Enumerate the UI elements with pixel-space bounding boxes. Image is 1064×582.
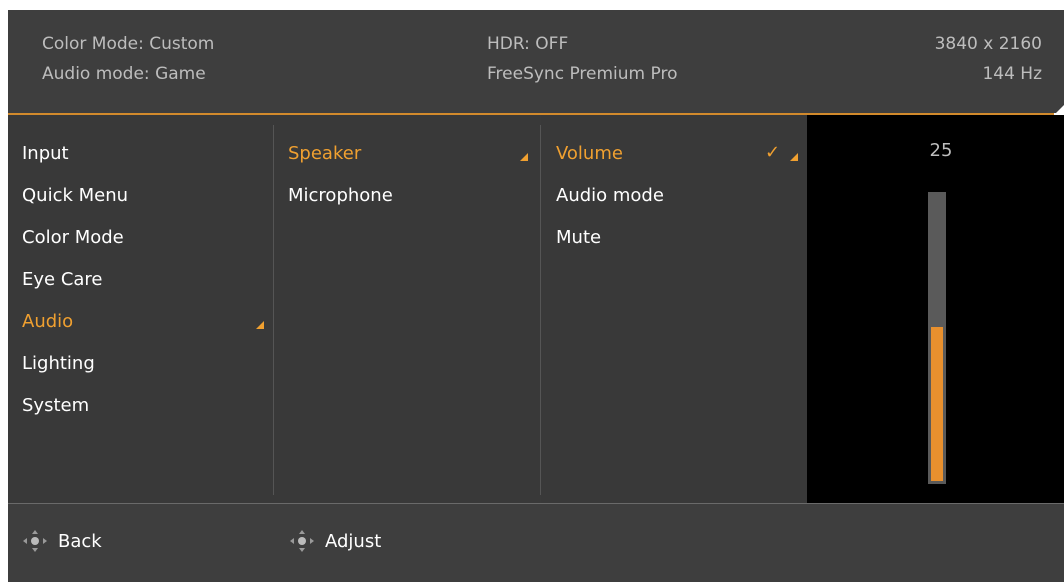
sub-menu-item-microphone[interactable]: Microphone (288, 185, 393, 206)
color-mode-status: Color Mode: Custom (42, 34, 215, 54)
footer-bar: Back Adjust (8, 503, 1064, 582)
sub-menu-column: Speaker Microphone (274, 115, 540, 503)
main-menu-item-quick-menu[interactable]: Quick Menu (22, 185, 128, 206)
back-label: Back (58, 530, 102, 552)
joystick-icon (289, 529, 315, 553)
triangle-corner-icon (790, 153, 798, 161)
option-menu-column: Volume ✓ Audio mode Mute (541, 115, 807, 503)
option-item-audio-mode[interactable]: Audio mode (556, 185, 664, 206)
refresh-rate-status: 144 Hz (982, 64, 1042, 84)
audio-mode-status: Audio mode: Game (42, 64, 206, 84)
main-menu-item-lighting[interactable]: Lighting (22, 353, 95, 374)
main-menu-item-audio[interactable]: Audio (22, 311, 73, 332)
option-item-mute[interactable]: Mute (556, 227, 601, 248)
sub-menu-item-speaker[interactable]: Speaker (288, 143, 361, 164)
triangle-corner-icon (256, 321, 264, 329)
volume-slider-fill (931, 327, 943, 481)
adjust-label: Adjust (325, 530, 382, 552)
adjust-button[interactable]: Adjust (289, 529, 381, 553)
main-menu-item-input[interactable]: Input (22, 143, 69, 164)
back-button[interactable]: Back (22, 529, 102, 553)
option-item-volume[interactable]: Volume (556, 143, 623, 164)
joystick-icon (22, 529, 48, 553)
volume-value: 25 (929, 140, 953, 161)
main-menu-item-system[interactable]: System (22, 395, 89, 416)
freesync-status: FreeSync Premium Pro (487, 64, 678, 84)
main-menu-column: Input Quick Menu Color Mode Eye Care Aud… (8, 115, 274, 503)
osd-menu: Color Mode: Custom Audio mode: Game HDR:… (8, 10, 1064, 582)
check-icon: ✓ (765, 142, 781, 163)
triangle-corner-icon (520, 153, 528, 161)
main-menu-item-eye-care[interactable]: Eye Care (22, 269, 103, 290)
menu-area: Input Quick Menu Color Mode Eye Care Aud… (8, 115, 1064, 503)
main-menu-item-color-mode[interactable]: Color Mode (22, 227, 124, 248)
hdr-status: HDR: OFF (487, 34, 569, 54)
volume-slider[interactable] (928, 192, 946, 484)
status-header: Color Mode: Custom Audio mode: Game HDR:… (8, 10, 1064, 113)
resolution-status: 3840 x 2160 (934, 34, 1042, 54)
